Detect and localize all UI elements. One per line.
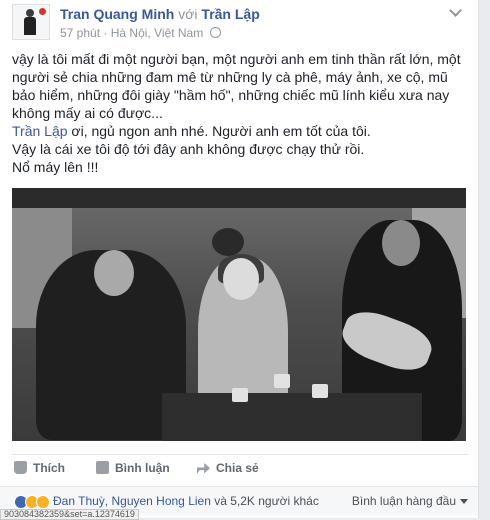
post-time[interactable]: 57 phút [60,26,100,40]
post-header: Tran Quang Minh với Trần Lập 57 phút · H… [12,4,468,40]
like-label: Thích [33,461,65,475]
face [94,250,134,296]
text-line: Vậy là cái xe tôi độ tới đây anh không đ… [12,141,365,157]
tagged-friend[interactable]: Trần Lập [201,6,259,22]
sad-reaction-icon[interactable] [36,495,50,509]
post-photo[interactable] [12,188,466,441]
text-line: Nổ máy lên !!! [12,159,99,175]
photo-cup [312,384,328,398]
chevron-down-icon[interactable] [448,4,464,20]
like-button[interactable]: Thích [14,461,65,475]
comment-label: Bình luận [115,461,170,475]
comment-icon [96,461,109,474]
browser-status-bar: 903084382359&set=a.12374619 [0,509,139,520]
post-text: vậy là tôi mất đi một người bạn, một ngư… [12,50,468,176]
face [223,258,259,300]
author-line: Tran Quang Minh với Trần Lập [60,6,260,22]
photo-cup [232,388,248,402]
text-line: người sẻ chia những đam mê từ những ly c… [12,69,448,85]
avatar-body [24,17,36,35]
share-label: Chia sẻ [216,461,259,475]
meta-separator: · [103,26,111,40]
comment-sort-dropdown[interactable]: Bình luận hàng đầu [352,494,468,508]
post-card: Tran Quang Minh với Trần Lập 57 phút · H… [0,0,479,518]
comment-button[interactable]: Bình luận [96,461,170,475]
photo-cup [274,374,290,388]
tag-link[interactable]: Trần Lập [12,123,68,139]
thumbs-up-icon [14,461,27,474]
share-icon [197,462,210,474]
avatar-figure [22,9,38,35]
text-line: Trần Lập ơi, ngủ ngon anh nhé. Người anh… [12,122,468,140]
avatar-head [26,9,34,17]
photo-table [162,393,422,441]
text-fragment: ơi, ngủ ngon anh nhé. Người anh em tốt c… [67,123,371,139]
text-line: bảo hiểm, những đôi giày "hầm hố", những… [12,87,450,103]
avatar-badge [39,8,46,15]
post-location[interactable]: Hà Nội, Việt Nam [111,26,203,40]
with-word: với [178,6,198,22]
post-actions: Thích Bình luận Chia sẻ [12,454,468,483]
face [382,220,420,266]
caret-down-icon [460,499,468,504]
page-gutter [480,0,490,518]
photo-sign [212,228,244,256]
share-button[interactable]: Chia sẻ [197,461,259,475]
author-avatar[interactable] [12,4,50,40]
post-meta: 57 phút · Hà Nội, Việt Nam [60,26,221,40]
globe-icon [209,27,221,38]
text-line: vậy là tôi mất đi một người bạn, một ngư… [12,51,461,67]
text-line: không mấy ai có được... [12,105,163,121]
reaction-count[interactable]: và 5,2K người khác [211,494,319,508]
reaction-names[interactable]: Đan Thuỳ, Nguyen Hong Lien [53,494,211,508]
sort-label: Bình luận hàng đầu [351,494,456,508]
photo-beam [12,188,466,208]
author-name[interactable]: Tran Quang Minh [60,6,174,22]
reaction-summary[interactable]: Đan Thuỳ, Nguyen Hong Lien và 5,2K người… [53,494,319,508]
